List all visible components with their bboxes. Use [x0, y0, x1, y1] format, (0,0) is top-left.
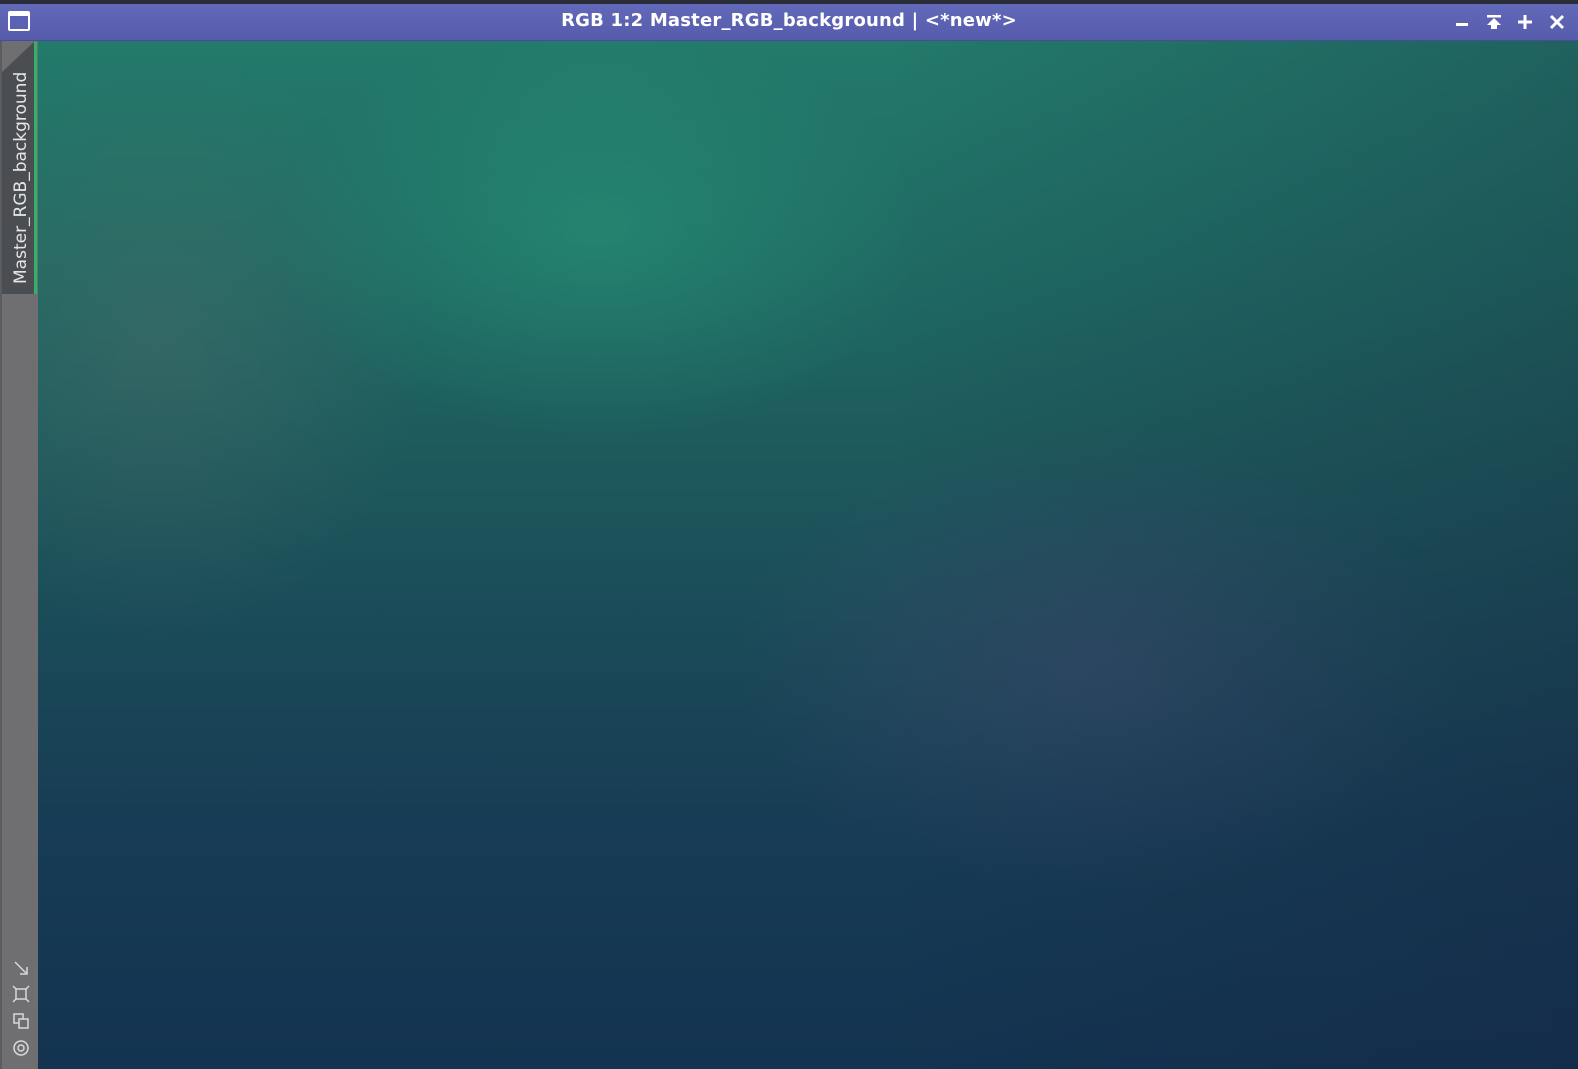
image-window: RGB 1:2 Master_RGB_background | <*new*> — [0, 0, 1578, 1069]
maximize-icon[interactable] — [1512, 9, 1538, 35]
clone-view-icon[interactable] — [11, 1011, 31, 1031]
preview-icon[interactable] — [11, 1038, 31, 1058]
image-canvas[interactable] — [38, 41, 1578, 1069]
fit-view-icon[interactable] — [11, 958, 31, 978]
close-icon[interactable] — [1544, 9, 1570, 35]
window-title: RGB 1:2 Master_RGB_background | <*new*> — [561, 10, 1017, 31]
title-bar[interactable]: RGB 1:2 Master_RGB_background | <*new*> — [0, 4, 1578, 41]
view-tab-label: Master_RGB_background — [11, 71, 31, 284]
shade-icon[interactable] — [1481, 9, 1507, 35]
view-tab-master-rgb-background[interactable]: Master_RGB_background — [2, 42, 37, 294]
minimize-icon[interactable] — [1449, 9, 1475, 35]
zoom-frame-icon[interactable] — [11, 984, 31, 1004]
